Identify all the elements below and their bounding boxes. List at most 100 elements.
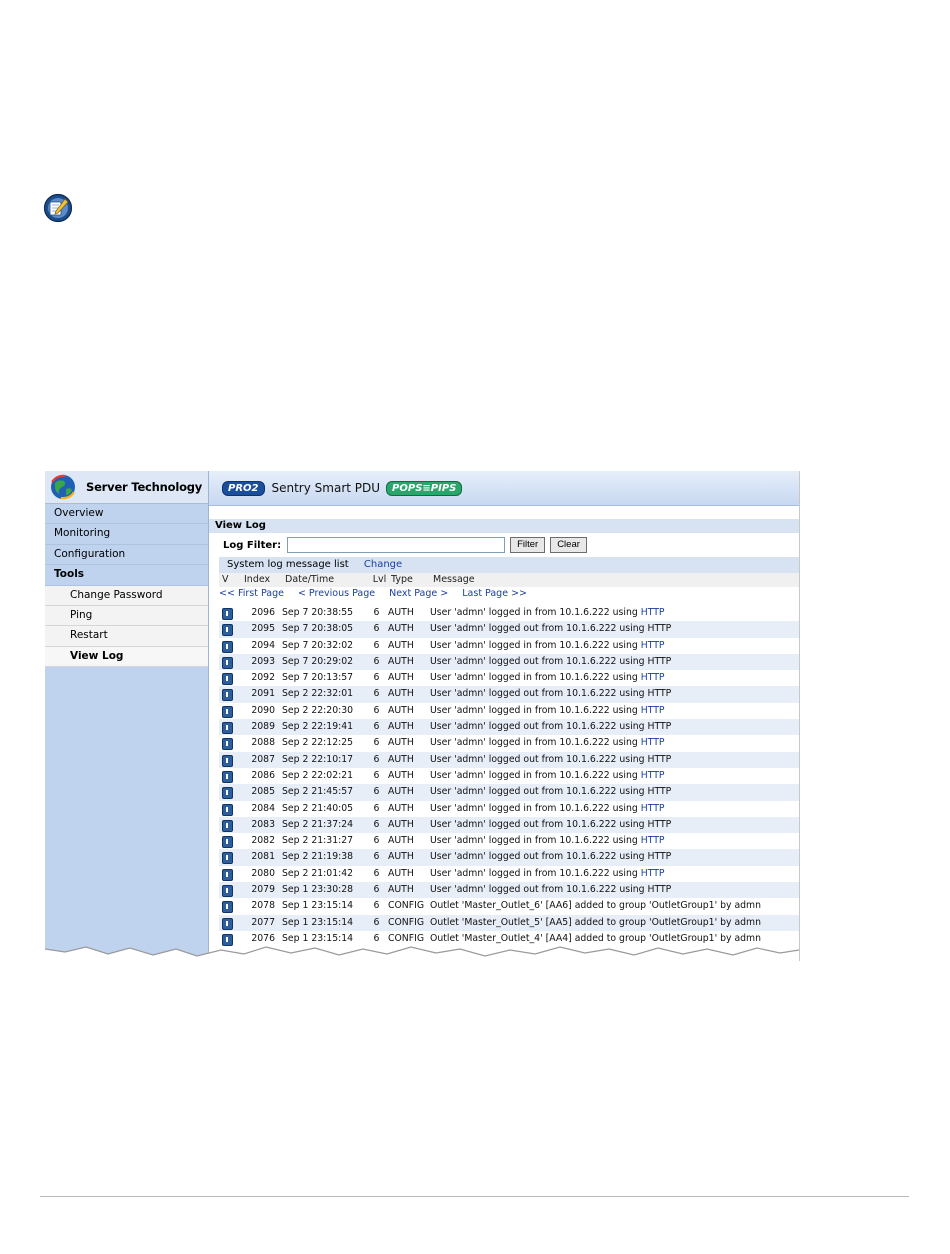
row-message-text: Outlet 'Master_Outlet_5' [AA5] added to … <box>430 916 762 928</box>
table-row: 2087 Sep 2 22:10:17 6 AUTH User 'admn' logge… <box>219 751 799 768</box>
row-message: User 'admn' logged out from 10.1.6.222 u… <box>430 621 799 637</box>
row-info-cell <box>219 784 239 800</box>
row-message-protocol: HTTP <box>640 769 665 781</box>
info-icon[interactable] <box>222 738 233 751</box>
row-message: User 'admn' logged in from 10.1.6.222 us… <box>430 703 799 719</box>
col-v[interactable]: V <box>219 573 242 587</box>
info-icon[interactable] <box>222 836 233 849</box>
info-icon[interactable] <box>222 787 233 800</box>
sidebar-item-view-log[interactable]: View Log <box>45 646 208 668</box>
row-message-text: User 'admn' logged in from 10.1.6.222 us… <box>430 867 641 879</box>
row-type: AUTH <box>388 786 414 798</box>
log-filter-input[interactable] <box>287 537 506 553</box>
last-page-link[interactable]: Last Page >> <box>462 587 527 601</box>
info-icon[interactable] <box>222 673 233 686</box>
row-level: 6 <box>373 835 380 847</box>
row-level: 6 <box>373 639 380 651</box>
row-datetime: Sep 2 22:02:21 <box>282 769 354 781</box>
row-datetime: Sep 7 20:29:02 <box>282 655 354 667</box>
info-icon[interactable] <box>222 819 233 832</box>
row-message-text: User 'admn' logged in from 10.1.6.222 us… <box>430 639 641 651</box>
row-message: User 'admn' logged in from 10.1.6.222 us… <box>430 735 799 751</box>
row-message-text: User 'admn' logged in from 10.1.6.222 us… <box>430 704 641 716</box>
sidebar-item-tools[interactable]: Tools <box>45 565 208 586</box>
clear-button[interactable]: Clear <box>550 537 587 553</box>
row-message: User 'admn' logged out from 10.1.6.222 u… <box>430 849 799 865</box>
row-index: 2084 <box>251 802 275 814</box>
info-icon[interactable] <box>222 608 233 620</box>
row-type: AUTH <box>388 672 414 684</box>
main-content: PRO2 Sentry Smart PDU POPS≡PIPS View Log… <box>209 471 799 961</box>
row-type: CONFIG <box>388 916 425 928</box>
row-info-cell <box>219 866 239 882</box>
row-message-text: Outlet 'Master_Outlet_6' [AA6] added to … <box>430 900 762 912</box>
col-datetime[interactable]: Date/Time <box>280 573 370 587</box>
row-info-cell <box>219 817 239 833</box>
info-icon[interactable] <box>222 640 233 653</box>
row-info-cell <box>219 735 239 751</box>
row-message-text: User 'admn' logged in from 10.1.6.222 us… <box>430 607 641 618</box>
info-icon[interactable] <box>222 852 233 865</box>
row-message-protocol: HTTP <box>640 737 665 749</box>
col-index[interactable]: Index <box>242 573 280 587</box>
table-row: 2096 Sep 7 20:38:55 6 AUTH User 'admn' logge… <box>219 605 799 621</box>
row-level: 6 <box>373 753 380 765</box>
first-page-link[interactable]: << First Page <box>219 587 284 601</box>
row-message-text: User 'admn' logged in from 10.1.6.222 us… <box>430 672 641 684</box>
row-index: 2087 <box>251 753 275 765</box>
info-icon[interactable] <box>222 933 233 946</box>
row-level: 6 <box>373 916 380 928</box>
row-message-protocol: HTTP <box>640 802 665 814</box>
row-message-text: User 'admn' logged out from 10.1.6.222 u… <box>430 884 672 896</box>
table-row: 2086 Sep 2 22:02:21 6 AUTH User 'admn' logge… <box>219 768 799 784</box>
info-icon[interactable] <box>222 656 233 669</box>
log-filter-row: Log Filter: Filter Clear <box>209 533 799 557</box>
row-type: AUTH <box>388 688 414 700</box>
row-datetime: Sep 2 21:40:05 <box>282 802 354 814</box>
row-message-text: User 'admn' logged out from 10.1.6.222 u… <box>430 753 672 765</box>
change-link[interactable]: Change <box>364 559 402 570</box>
row-level: 6 <box>373 672 380 684</box>
sidebar-item-change-password[interactable]: Change Password <box>45 585 208 606</box>
info-icon[interactable] <box>222 689 233 702</box>
row-message-protocol: HTTP <box>640 639 665 651</box>
info-icon[interactable] <box>222 917 233 930</box>
table-row: 2082 Sep 2 21:31:27 6 AUTH User 'admn' logge… <box>219 833 799 849</box>
filter-button[interactable]: Filter <box>510 537 546 553</box>
row-index: 2082 <box>251 835 275 847</box>
col-type[interactable]: Type <box>389 573 433 587</box>
info-icon[interactable] <box>222 722 233 735</box>
info-icon[interactable] <box>222 803 233 816</box>
row-index: 2085 <box>251 786 275 798</box>
info-icon[interactable] <box>222 885 233 898</box>
col-message[interactable]: Message <box>433 573 799 587</box>
row-type: AUTH <box>388 704 414 716</box>
row-info-cell <box>219 638 239 654</box>
row-message: User 'admn' logged out from 10.1.6.222 u… <box>430 817 799 833</box>
row-level: 6 <box>373 818 380 830</box>
row-type: AUTH <box>388 753 414 765</box>
info-icon[interactable] <box>222 705 233 718</box>
previous-page-link[interactable]: < Previous Page <box>298 587 375 601</box>
row-message: User 'admn' logged out from 10.1.6.222 u… <box>430 882 799 898</box>
row-datetime: Sep 2 22:32:01 <box>282 688 354 700</box>
info-icon[interactable] <box>222 624 233 637</box>
row-type: AUTH <box>388 639 414 651</box>
row-level: 6 <box>373 737 380 749</box>
sidebar-item-configuration[interactable]: Configuration <box>45 545 208 566</box>
col-lvl[interactable]: Lvl <box>370 573 389 587</box>
sidebar-item-restart[interactable]: Restart <box>45 626 208 647</box>
sidebar-item-monitoring[interactable]: Monitoring <box>45 524 208 545</box>
sidebar-item-overview[interactable]: Overview <box>45 504 208 525</box>
row-message-protocol: HTTP <box>640 835 665 847</box>
row-datetime: Sep 7 20:13:57 <box>282 672 354 684</box>
next-page-link[interactable]: Next Page > <box>389 587 448 601</box>
table-row: 2094 Sep 7 20:32:02 6 AUTH User 'admn' logge… <box>219 638 799 654</box>
sidebar-item-ping[interactable]: Ping <box>45 605 208 627</box>
info-icon[interactable] <box>222 868 233 881</box>
info-icon[interactable] <box>222 754 233 767</box>
row-datetime: Sep 7 20:38:55 <box>282 607 354 618</box>
info-icon[interactable] <box>222 901 233 914</box>
row-type: AUTH <box>388 623 414 635</box>
info-icon[interactable] <box>222 770 233 783</box>
